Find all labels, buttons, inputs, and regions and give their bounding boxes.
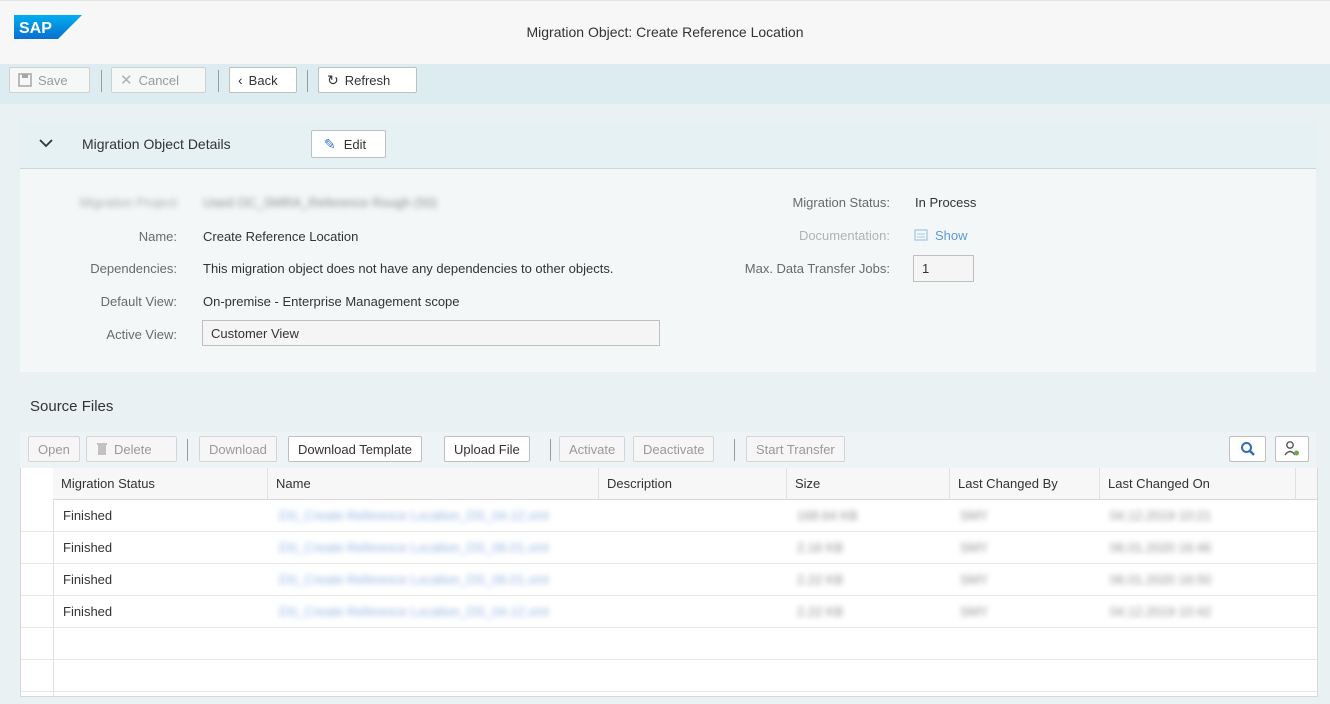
status-cell: Finished (63, 604, 113, 619)
refresh-button[interactable]: ↻ Refresh (318, 67, 417, 93)
back-label: Back (248, 72, 278, 88)
column-header-migration-status[interactable]: Migration Status (53, 468, 268, 500)
refresh-icon: ↻ (327, 71, 339, 88)
details-section-title: Migration Object Details (82, 136, 231, 152)
changed-by-cell: SMY (960, 604, 989, 619)
changed-by-cell: SMY (960, 572, 989, 587)
column-header-description[interactable]: Description (599, 468, 787, 500)
documentation-show-label: Show (935, 227, 968, 243)
description-cell (599, 596, 609, 628)
start-transfer-button[interactable]: Start Transfer (746, 436, 845, 462)
open-button[interactable]: Open (28, 436, 80, 462)
edit-label: Edit (343, 136, 367, 152)
download-template-button[interactable]: Download Template (288, 436, 422, 462)
toolbar-separator (218, 70, 219, 92)
search-icon (1240, 442, 1255, 456)
chevron-left-icon: ‹ (238, 72, 243, 88)
name-label: Name: (138, 229, 177, 244)
column-header-name[interactable]: Name (268, 468, 599, 500)
shell-header: SAP Migration Object: Create Reference L… (0, 0, 1330, 66)
file-name-link[interactable]: DS_Create Reference Location_DS_06.01.xm… (269, 564, 549, 596)
column-header-size[interactable]: Size (787, 468, 950, 500)
active-view-label: Active View: (106, 327, 177, 342)
cancel-button[interactable]: ✕ Cancel (111, 67, 206, 93)
user-settings-icon (1284, 441, 1299, 456)
cancel-icon: ✕ (120, 72, 133, 89)
column-header-last-changed-on[interactable]: Last Changed On (1100, 468, 1296, 500)
changed-on-cell: 04.12.2019 10:21 (1110, 508, 1212, 523)
dependencies-label: Dependencies: (90, 261, 177, 276)
dependencies-value: This migration object does not have any … (203, 261, 614, 276)
table-row[interactable]: Finished DS_Create Reference Location_DS… (21, 564, 1317, 596)
description-cell (599, 564, 609, 596)
column-header-filler (1296, 468, 1317, 500)
save-label: Save (38, 72, 68, 88)
description-cell (599, 500, 609, 532)
table-row-empty (21, 660, 1317, 692)
size-cell: 168.64 KB (797, 508, 858, 523)
default-view-value: On-premise - Enterprise Management scope (203, 294, 460, 309)
changed-on-cell: 04.12.2019 10:42 (1110, 604, 1212, 619)
active-view-field[interactable]: Customer View (202, 320, 660, 346)
toolbar-separator (307, 70, 308, 92)
column-header-last-changed-by[interactable]: Last Changed By (950, 468, 1100, 500)
chevron-down-icon[interactable] (38, 137, 54, 149)
toolbar-separator (101, 70, 102, 92)
upload-file-button[interactable]: Upload File (444, 436, 530, 462)
status-cell: Finished (63, 540, 113, 555)
delete-label: Delete (114, 441, 152, 457)
max-jobs-label: Max. Data Transfer Jobs: (744, 261, 890, 276)
changed-on-cell: 06.01.2020 16:46 (1110, 540, 1212, 555)
migration-project-label: Migration Project (79, 195, 177, 210)
search-button[interactable] (1229, 436, 1266, 462)
status-cell: Finished (63, 572, 113, 587)
details-header: Migration Object Details ✎ Edit (20, 122, 1316, 169)
toolbar-separator (550, 439, 551, 461)
size-cell: 2.22 KB (797, 604, 844, 619)
size-cell: 2.16 KB (797, 540, 844, 555)
toolbar-separator (187, 439, 188, 461)
delete-button[interactable]: Delete (86, 436, 177, 462)
back-button[interactable]: ‹ Back (229, 67, 297, 93)
page-title: Migration Object: Create Reference Locat… (526, 24, 804, 40)
migration-status-label: Migration Status: (792, 195, 890, 210)
table-row[interactable]: Finished DS_Create Reference Location_DS… (21, 500, 1317, 532)
activate-button[interactable]: Activate (559, 436, 626, 462)
documentation-show-link[interactable]: Show (913, 227, 968, 243)
source-files-toolbar: Open Delete Download Download Template U… (20, 432, 1316, 468)
download-button[interactable]: Download (199, 436, 277, 462)
description-cell (599, 532, 609, 564)
main-toolbar: Save ✕ Cancel ‹ Back ↻ Refresh (0, 64, 1330, 104)
toolbar-separator (734, 439, 735, 461)
changed-by-cell: SMY (960, 508, 989, 523)
document-icon (914, 229, 928, 241)
save-icon (18, 73, 32, 87)
table-row[interactable]: Finished DS_Create Reference Location_DS… (21, 532, 1317, 564)
source-files-title: Source Files (30, 398, 114, 415)
max-jobs-input[interactable]: 1 (913, 255, 974, 282)
refresh-label: Refresh (344, 72, 391, 88)
default-view-label: Default View: (100, 294, 177, 309)
file-name-link[interactable]: DS_Create Reference Location_DS_04.12.xm… (269, 500, 549, 532)
changed-by-cell: SMY (960, 540, 989, 555)
deactivate-button[interactable]: Deactivate (633, 436, 715, 462)
edit-button[interactable]: ✎ Edit (311, 130, 386, 158)
documentation-label: Documentation: (798, 228, 890, 243)
name-value: Create Reference Location (203, 229, 359, 244)
pencil-icon: ✎ (324, 135, 336, 152)
migration-status-value: In Process (915, 195, 977, 210)
save-button[interactable]: Save (9, 67, 90, 93)
changed-on-cell: 06.01.2020 16:50 (1110, 572, 1212, 587)
status-cell: Finished (63, 508, 113, 523)
migration-project-value: Used OC_SMRA_Reference Rough (50) (203, 195, 438, 210)
size-cell: 2.22 KB (797, 572, 844, 587)
trash-icon (97, 443, 107, 455)
source-files-table: Migration Status Name Description Size L… (20, 468, 1318, 697)
table-row-empty (21, 628, 1317, 660)
settings-button[interactable] (1275, 436, 1309, 462)
file-name-link[interactable]: DS_Create Reference Location_DS_04.12.xm… (269, 596, 549, 628)
cancel-label: Cancel (138, 72, 180, 88)
table-row[interactable]: Finished DS_Create Reference Location_DS… (21, 596, 1317, 628)
file-name-link[interactable]: DS_Create Reference Location_DS_06.01.xm… (269, 532, 549, 564)
